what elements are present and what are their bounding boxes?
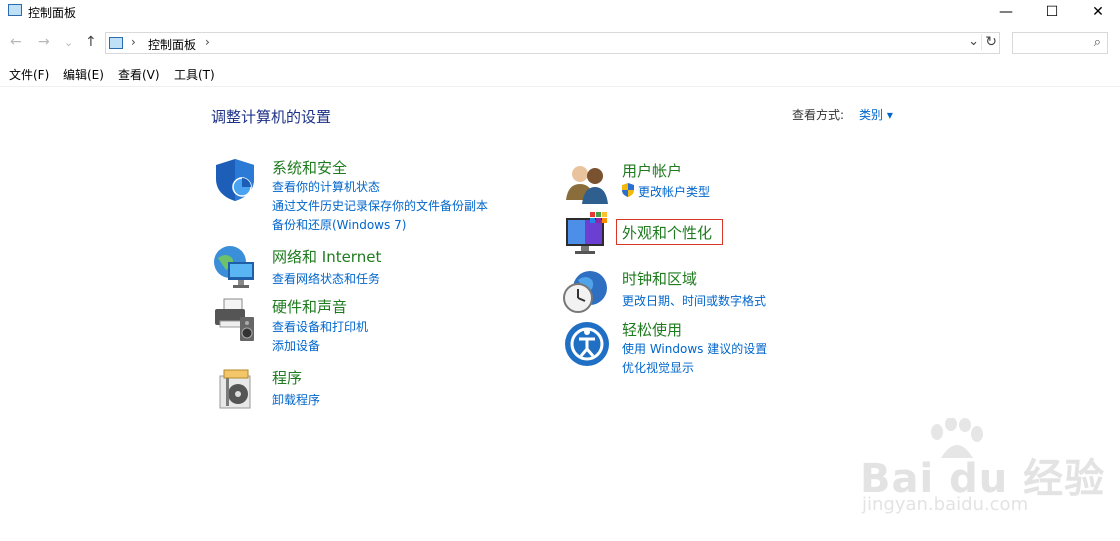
link-change-account-type[interactable]: 更改帐户类型 [638,183,710,200]
category-ease-of-access[interactable]: 轻松使用 [622,319,682,340]
users-icon[interactable] [564,160,610,206]
title-bar: 控制面板 — ☐ ✕ [0,0,1120,24]
maximize-button[interactable]: ☐ [1029,0,1075,24]
category-clock-region[interactable]: 时钟和区域 [622,268,697,289]
menu-bar: 文件(F) 编辑(E) 查看(V) 工具(T) [0,64,1120,87]
shield-icon[interactable] [212,157,258,203]
minimize-button[interactable]: — [983,0,1029,24]
close-button[interactable]: ✕ [1075,0,1120,24]
view-by-label: 查看方式: [792,108,845,122]
breadcrumb-control-panel[interactable]: 控制面板 [148,36,196,53]
link-change-date-time-format[interactable]: 更改日期、时间或数字格式 [622,292,766,309]
menu-file[interactable]: 文件(F) [9,66,49,83]
search-icon[interactable]: ⌕ [1094,35,1101,50]
link-uninstall-program[interactable]: 卸载程序 [272,391,320,408]
category-hardware-sound[interactable]: 硬件和声音 [272,296,347,317]
link-view-computer-status[interactable]: 查看你的计算机状态 [272,178,380,195]
monitor-icon[interactable] [564,212,610,258]
window-title: 控制面板 [28,6,77,20]
category-system-security[interactable]: 系统和安全 [272,157,347,178]
category-appearance-personalization[interactable]: 外观和个性化 [622,222,712,243]
refresh-button[interactable]: ↻ [981,34,997,50]
forward-button[interactable]: → [38,34,50,50]
address-dropdown-button[interactable]: ⌄ [968,34,979,49]
view-by-dropdown[interactable]: 类别 ▾ [859,106,893,123]
accessibility-icon[interactable] [564,321,610,367]
link-optimize-visual-display[interactable]: 优化视觉显示 [622,359,694,376]
page-title: 调整计算机的设置 [211,108,332,126]
recent-locations-button[interactable]: ⌄ [64,36,73,49]
breadcrumb-separator[interactable]: › [205,35,210,49]
control-panel-icon [8,4,22,16]
printer-icon[interactable] [212,297,258,343]
link-devices-printers[interactable]: 查看设备和打印机 [272,318,368,335]
back-button[interactable]: ← [10,34,22,50]
link-network-status[interactable]: 查看网络状态和任务 [272,270,380,287]
address-bar[interactable]: › 控制面板 › ⌄ ↻ [105,32,1000,54]
category-programs[interactable]: 程序 [272,367,302,388]
search-input[interactable]: ⌕ [1012,32,1108,54]
breadcrumb-separator[interactable]: › [131,35,136,49]
menu-edit[interactable]: 编辑(E) [63,66,104,83]
link-file-history[interactable]: 通过文件历史记录保存你的文件备份副本 [272,197,488,214]
category-network-internet[interactable]: 网络和 Internet [272,246,381,267]
clock-icon[interactable] [562,268,608,314]
network-icon[interactable] [212,244,258,290]
category-user-accounts[interactable]: 用户帐户 [622,160,682,181]
uac-shield-icon [622,183,634,197]
menu-tools[interactable]: 工具(T) [174,66,215,83]
programs-icon[interactable] [216,366,262,412]
link-add-device[interactable]: 添加设备 [272,337,320,354]
up-button[interactable]: ↑ [85,34,97,50]
link-recommended-settings[interactable]: 使用 Windows 建议的设置 [622,340,767,357]
control-panel-icon [109,37,123,49]
watermark-url: jingyan.baidu.com [862,494,1029,515]
link-backup-restore[interactable]: 备份和还原(Windows 7) [272,216,406,233]
menu-view[interactable]: 查看(V) [118,66,160,83]
